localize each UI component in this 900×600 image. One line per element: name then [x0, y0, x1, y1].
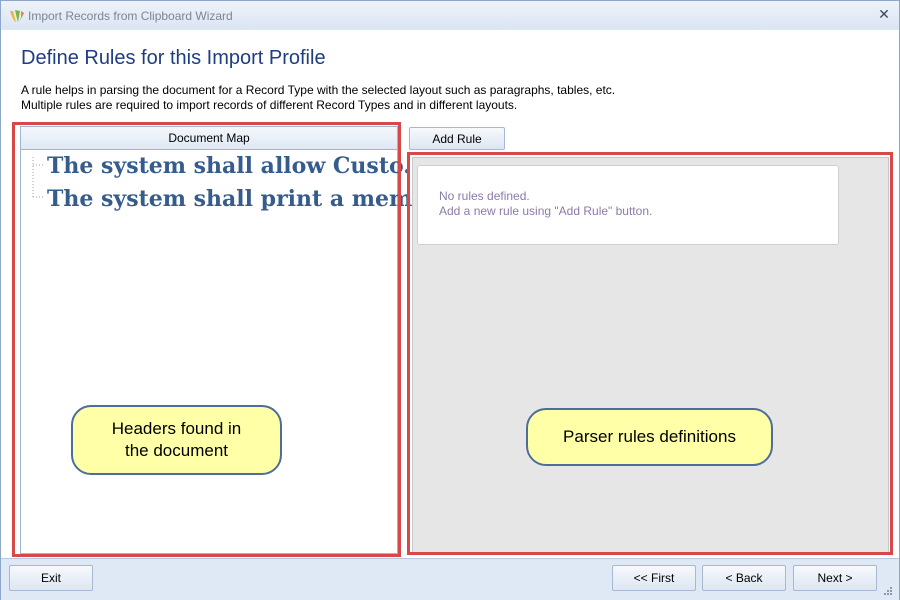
close-icon[interactable]: ✕	[877, 7, 891, 21]
headers-callout-line-2: the document	[124, 441, 228, 460]
app-logo-icon	[10, 10, 24, 22]
description-line-2: Multiple rules are required to import re…	[21, 98, 518, 112]
document-map-highlight	[12, 122, 401, 557]
rules-panel-highlight	[407, 152, 893, 555]
title-bar: Import Records from Clipboard Wizard ✕	[1, 1, 899, 29]
window-title: Import Records from Clipboard Wizard	[28, 9, 233, 23]
headers-callout-line-1: Headers found in	[111, 419, 242, 438]
add-rule-button[interactable]: Add Rule	[409, 127, 505, 150]
first-button[interactable]: << First	[612, 565, 696, 591]
back-button[interactable]: < Back	[702, 565, 786, 591]
exit-button[interactable]: Exit	[9, 565, 93, 591]
headers-callout: Headers found in the document	[71, 405, 282, 475]
parser-rules-callout: Parser rules definitions	[526, 408, 773, 466]
next-button[interactable]: Next >	[793, 565, 877, 591]
description-line-1: A rule helps in parsing the document for…	[21, 83, 616, 97]
resize-grip-icon[interactable]	[883, 586, 893, 596]
wizard-footer: Exit << First < Back Next >	[1, 558, 899, 600]
page-title: Define Rules for this Import Profile	[21, 47, 326, 69]
